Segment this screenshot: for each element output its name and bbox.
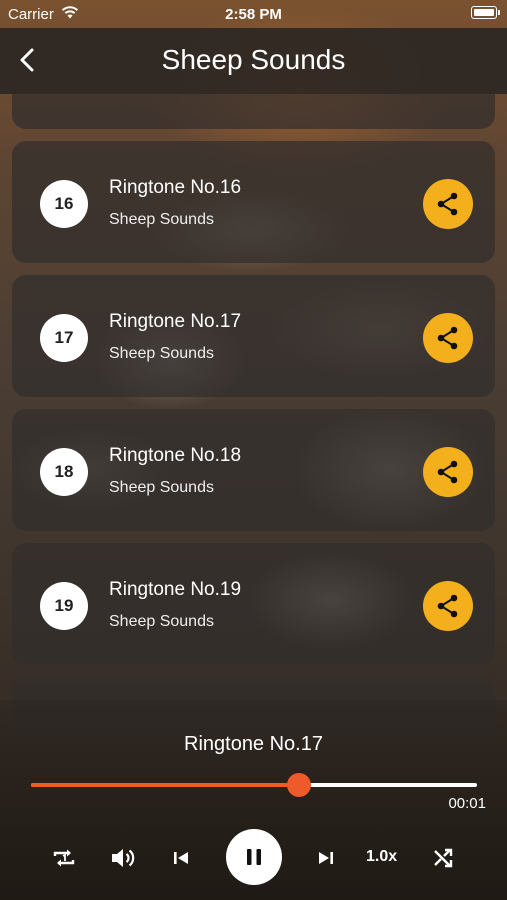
progress-slider[interactable] — [31, 773, 477, 797]
share-button[interactable] — [423, 581, 473, 631]
item-number-badge: 17 — [40, 314, 88, 362]
share-icon — [437, 460, 458, 484]
status-bar: Carrier 2:58 PM — [0, 0, 507, 28]
item-title: Ringtone No.17 — [109, 311, 242, 332]
item-subtitle: Sheep Sounds — [109, 211, 214, 228]
page-title: Sheep Sounds — [161, 44, 346, 75]
item-title: Ringtone No.16 — [109, 177, 242, 198]
clock: 2:58 PM — [225, 6, 282, 23]
item-number-badge: 16 — [40, 180, 88, 228]
elapsed-time: 00:01 — [448, 795, 486, 812]
list-item[interactable]: 18 Ringtone No.18 Sheep Sounds — [12, 409, 495, 531]
item-title: Ringtone No.19 — [109, 579, 242, 600]
navigation-bar: Sheep Sounds — [0, 28, 507, 94]
share-button[interactable] — [423, 179, 473, 229]
list-item[interactable]: 19 Ringtone No.19 Sheep Sounds — [12, 543, 495, 665]
pause-icon — [247, 849, 261, 865]
battery-icon — [471, 6, 500, 19]
shuffle-icon — [434, 848, 453, 868]
speed-button[interactable]: 1.0x — [366, 848, 397, 866]
item-number-badge: 19 — [40, 582, 88, 630]
next-icon — [319, 852, 333, 864]
previous-icon — [174, 852, 188, 864]
volume-button[interactable] — [108, 843, 138, 873]
repeat-one-icon — [53, 849, 75, 867]
list-item-partial[interactable] — [12, 94, 495, 129]
item-subtitle: Sheep Sounds — [109, 479, 214, 496]
share-icon — [437, 192, 458, 216]
item-title: Ringtone No.18 — [109, 445, 242, 466]
share-button[interactable] — [423, 313, 473, 363]
repeat-button[interactable] — [49, 843, 79, 873]
share-button[interactable] — [423, 447, 473, 497]
previous-button[interactable] — [166, 843, 196, 873]
list-item[interactable]: 17 Ringtone No.17 Sheep Sounds — [12, 275, 495, 397]
item-number-badge: 18 — [40, 448, 88, 496]
now-playing-title: Ringtone No.17 — [184, 733, 323, 755]
progress-fill — [31, 783, 299, 787]
share-icon — [437, 594, 458, 618]
share-icon — [437, 326, 458, 350]
shuffle-button[interactable] — [428, 843, 458, 873]
pause-button[interactable] — [226, 829, 282, 885]
volume-icon — [112, 849, 135, 867]
progress-thumb[interactable] — [286, 773, 311, 797]
item-subtitle: Sheep Sounds — [109, 345, 214, 362]
list-item[interactable]: 16 Ringtone No.16 Sheep Sounds — [12, 141, 495, 263]
next-button[interactable] — [311, 843, 341, 873]
item-subtitle: Sheep Sounds — [109, 613, 214, 630]
